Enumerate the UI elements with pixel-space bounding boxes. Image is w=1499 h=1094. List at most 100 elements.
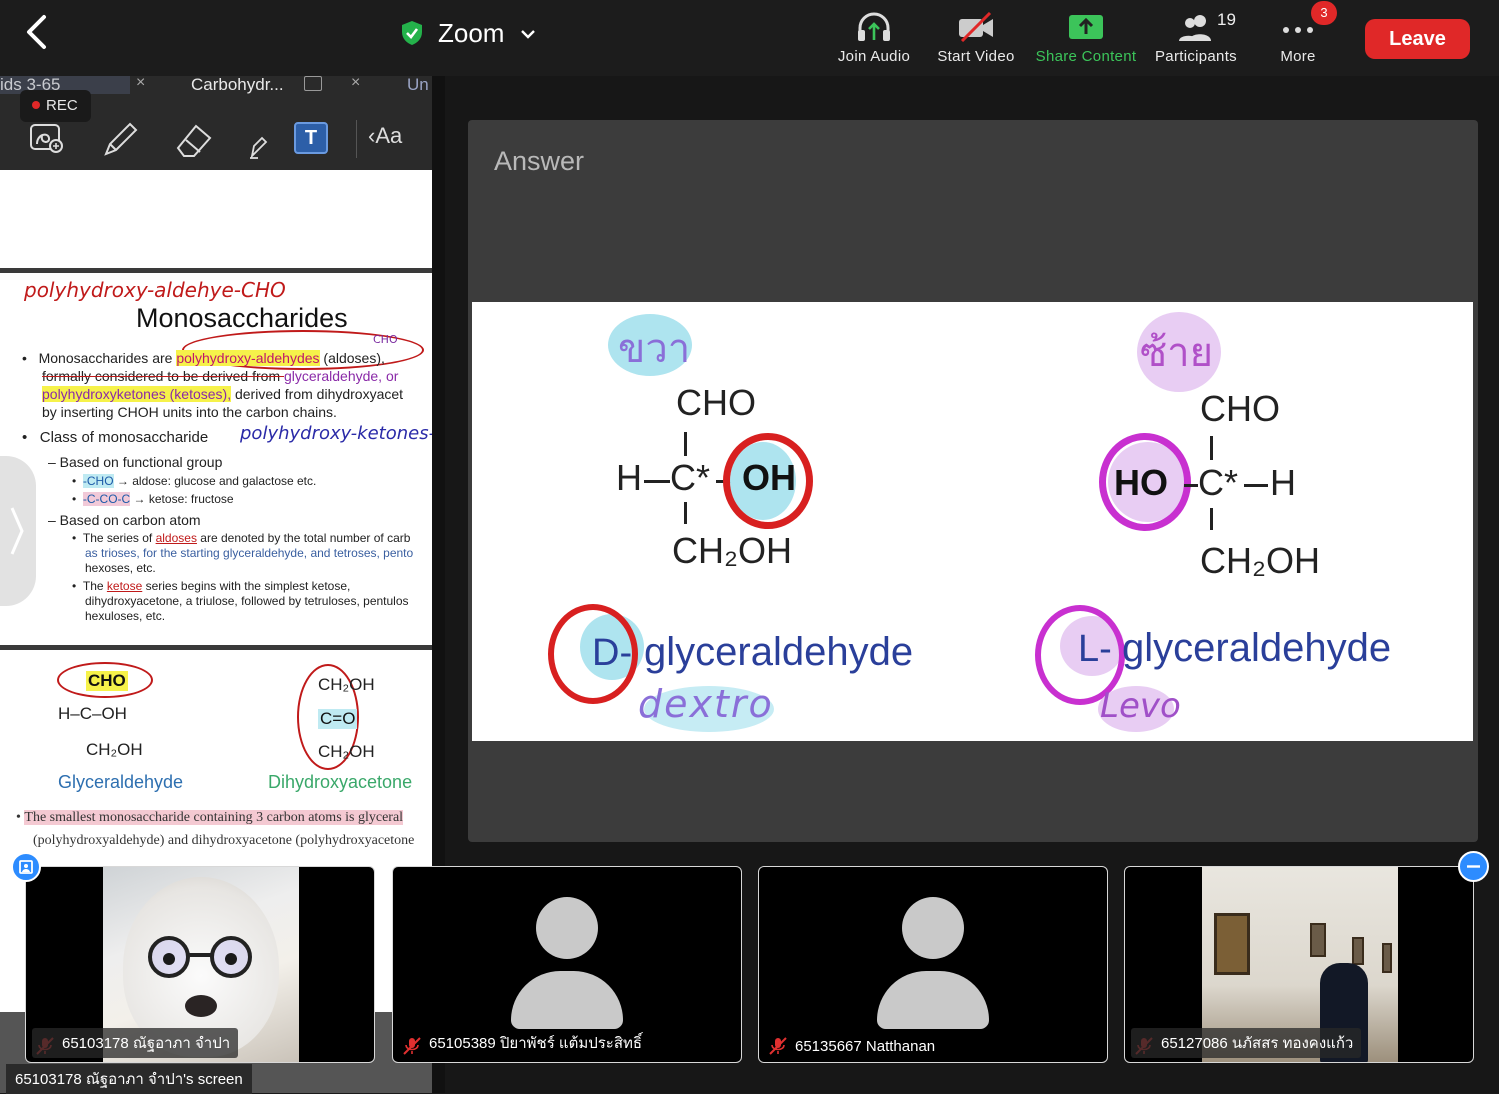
text: by inserting CHOH units into the carbon … [42, 404, 337, 420]
toolbar-divider [356, 120, 357, 158]
participant-name: 65127086 นภัสสร ทองคงแก้ว [1131, 1028, 1362, 1058]
left-oh: OH [742, 457, 796, 498]
more-label: More [1280, 48, 1316, 65]
slide-image: ขวา CHO H C* OH CH₂OH ซ้าย CHO HO C* H C… [472, 302, 1473, 741]
text: dihydroxyacetone, a triulose, followed b… [85, 594, 409, 608]
close-icon[interactable]: × [136, 76, 145, 92]
handwriting-left-thai: ซ้าย [1140, 330, 1214, 376]
left-h: H [616, 457, 642, 498]
bullet-2: • Class of monosaccharide [22, 429, 209, 446]
left-ch2oh: CH₂OH [672, 530, 792, 571]
participants-count: 19 [1217, 10, 1236, 29]
rec-dot-icon [32, 101, 40, 109]
text: hexuloses, etc. [85, 609, 166, 623]
back-icon[interactable] [20, 14, 52, 50]
text-tool-button[interactable]: T [294, 122, 328, 154]
close-icon[interactable]: × [351, 76, 360, 92]
bond-line [1210, 436, 1213, 460]
glyc-bot: CH₂OH [86, 740, 143, 759]
shield-check-icon [400, 20, 424, 46]
join-audio-button[interactable]: Join Audio [819, 8, 929, 70]
bond-line [1210, 508, 1213, 530]
split-view-icon[interactable] [304, 76, 322, 91]
font-style-button[interactable]: ‹Aa [368, 123, 402, 149]
participant-tile[interactable]: 65103178 ณัฐอาภา จำปา [25, 866, 375, 1063]
handwriting-dextro: dextro [638, 682, 774, 726]
app-title[interactable]: Zoom [400, 16, 536, 50]
right-h: H [1270, 462, 1296, 503]
lasso-icon[interactable] [28, 122, 64, 154]
rec-label: REC [46, 97, 78, 114]
headphones-icon [858, 12, 890, 41]
eraser-icon[interactable] [172, 118, 216, 160]
l-name: glyceraldehyde [1122, 626, 1392, 670]
text: hexoses, etc. [85, 561, 156, 575]
text: Monosaccharides are [38, 350, 177, 366]
annotation-aldehyde: polyhydroxy-aldehye-CHO [24, 278, 286, 302]
pen-icon[interactable] [100, 120, 140, 160]
dog-nose [185, 995, 217, 1017]
glyc-label: Glyceraldehyde [58, 772, 184, 792]
participant-tile[interactable]: 65127086 นภัสสร ทองคงแก้ว [1124, 866, 1474, 1063]
glyc-mid: H–C–OH [58, 704, 127, 723]
tab-3-label[interactable]: Un [407, 76, 429, 95]
text: (polyhydroxyaldehyde) and dihydroxyaceto… [33, 833, 415, 848]
participant-tile[interactable]: 65135667 Natthanan [758, 866, 1108, 1063]
collapse-icon[interactable] [1458, 851, 1489, 882]
more-button[interactable]: More [1243, 8, 1353, 70]
leave-button[interactable]: Leave [1365, 19, 1470, 59]
handwriting-right-thai: ขวา [618, 326, 691, 372]
highlight-text: polyhydroxy-aldehydes [176, 350, 320, 366]
sidebar-handle[interactable] [0, 456, 36, 606]
right-ho: HO [1114, 462, 1168, 503]
page-blank [0, 170, 432, 268]
link-text: ketose [106, 579, 143, 593]
participants-icon [1179, 15, 1211, 41]
handwriting-levo: Levo [1100, 686, 1181, 726]
left-cho: CHO [676, 382, 756, 423]
meeting-toolbar: Zoom Join Audio Start Video Share Conten… [0, 0, 1499, 76]
text: as trioses, for the starting glyceraldeh… [85, 546, 414, 560]
text: → aldose: glucose and galactose etc. [116, 474, 317, 488]
right-c: C* [1198, 462, 1239, 503]
avatar-body [877, 971, 989, 1029]
left-c: C* [670, 457, 711, 498]
code-text: -CHO [82, 474, 114, 488]
page-monosaccharides: polyhydroxy-aldehye-CHO Monosaccharides … [0, 273, 432, 645]
ketose-series-text: • The ketose series begins with the simp… [72, 579, 409, 623]
tab-2-label[interactable]: Carbohydr... [191, 76, 284, 95]
start-video-button[interactable]: Start Video [921, 8, 1031, 70]
highlight-text: polyhydroxyketones (ketoses), [42, 386, 232, 402]
text: glyceraldehyde, or [284, 368, 399, 384]
participant-name: 65103178 ณัฐอาภา จำปา [32, 1028, 239, 1058]
text: (aldoses), [319, 350, 385, 366]
highlighter-icon[interactable] [246, 128, 270, 160]
share-content-button[interactable]: Share Content [1031, 8, 1141, 70]
l-prefix: L- [1078, 628, 1112, 670]
rec-indicator: REC [20, 90, 91, 122]
wall-picture [1382, 943, 1392, 973]
avatar-icon [902, 897, 964, 959]
pin-video-icon[interactable] [11, 852, 41, 882]
wall-picture [1310, 923, 1326, 957]
text: derived from dihydroxyacet [231, 386, 404, 402]
participant-tile[interactable]: 65105389 ปิยาพัชร์ แต้มประสิทธิ์ [392, 866, 742, 1063]
text: Class of monosaccharide [39, 429, 209, 446]
dhya-bot: CH₂OH [318, 742, 375, 761]
participant-name: 65135667 Natthanan [795, 1038, 936, 1055]
dhya-top: CH₂OH [318, 675, 375, 694]
text: The [82, 579, 107, 593]
slide-title: Answer [494, 146, 585, 176]
glyc-cho: CHO [86, 671, 128, 691]
annotation-ketones: polyhydroxy-ketones-C [240, 423, 432, 444]
bullet-1: • Monosaccharides are polyhydroxy-aldehy… [22, 349, 432, 421]
dhya-label: Dihydroxyacetone [268, 772, 413, 792]
app-name: Zoom [438, 17, 505, 48]
video-off-icon [959, 12, 993, 42]
chevron-right-icon [10, 507, 24, 555]
participant-name: 65105389 ปิยาพัชร์ แต้มประสิทธิ์ [429, 1035, 643, 1052]
sub-item-aldose: • -CHO → aldose: glucose and galactose e… [72, 474, 317, 488]
notes-toolbar: ids 3-65 × Carbohydr... × Un REC T ‹Aa [0, 76, 432, 170]
bond-line [684, 502, 687, 524]
code-text: -C-CO-C [82, 492, 131, 506]
